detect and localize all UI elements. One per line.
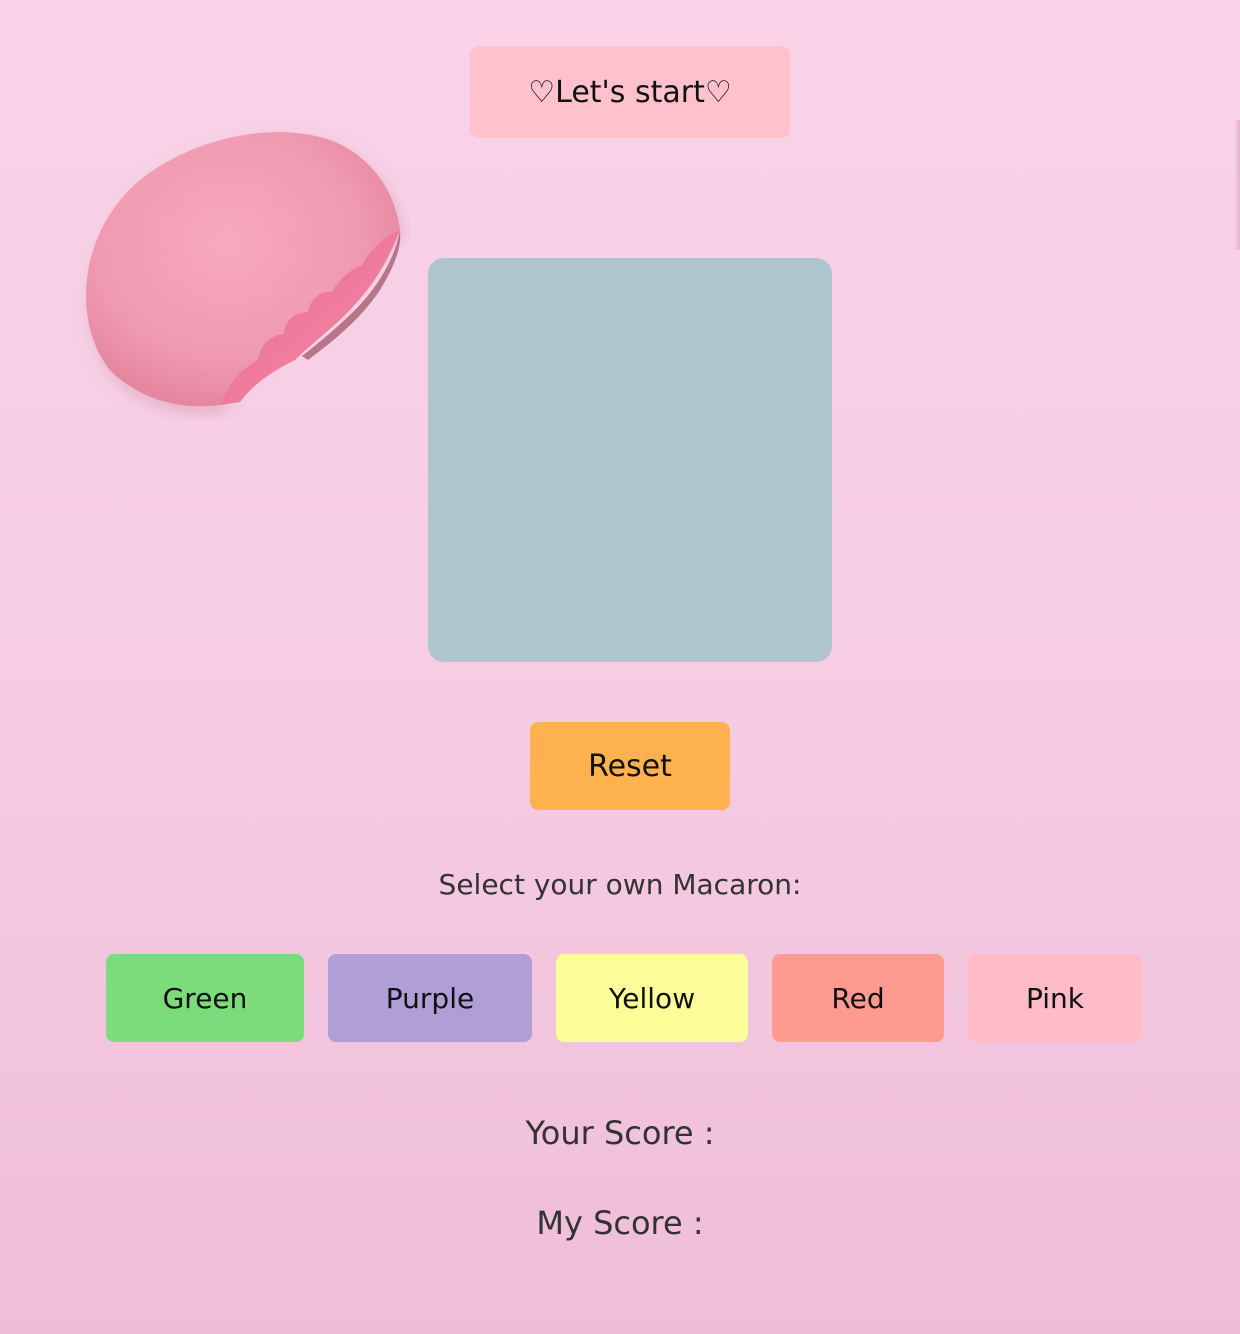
edge-decoration xyxy=(1234,120,1240,250)
macaron-display-square xyxy=(428,258,832,662)
macaron-image xyxy=(86,132,401,407)
choice-red-button[interactable]: Red xyxy=(772,954,944,1042)
choice-pink-button[interactable]: Pink xyxy=(968,954,1142,1042)
your-score-label: Your Score : xyxy=(525,1114,715,1152)
choice-green-button[interactable]: Green xyxy=(106,954,304,1042)
reset-button[interactable]: Reset xyxy=(530,722,730,810)
choice-yellow-button[interactable]: Yellow xyxy=(556,954,748,1042)
select-macaron-prompt: Select your own Macaron: xyxy=(438,868,802,901)
lets-start-button[interactable]: ♡Let's start♡ xyxy=(470,46,790,138)
my-score-label: My Score : xyxy=(536,1204,704,1242)
choice-purple-button[interactable]: Purple xyxy=(328,954,532,1042)
